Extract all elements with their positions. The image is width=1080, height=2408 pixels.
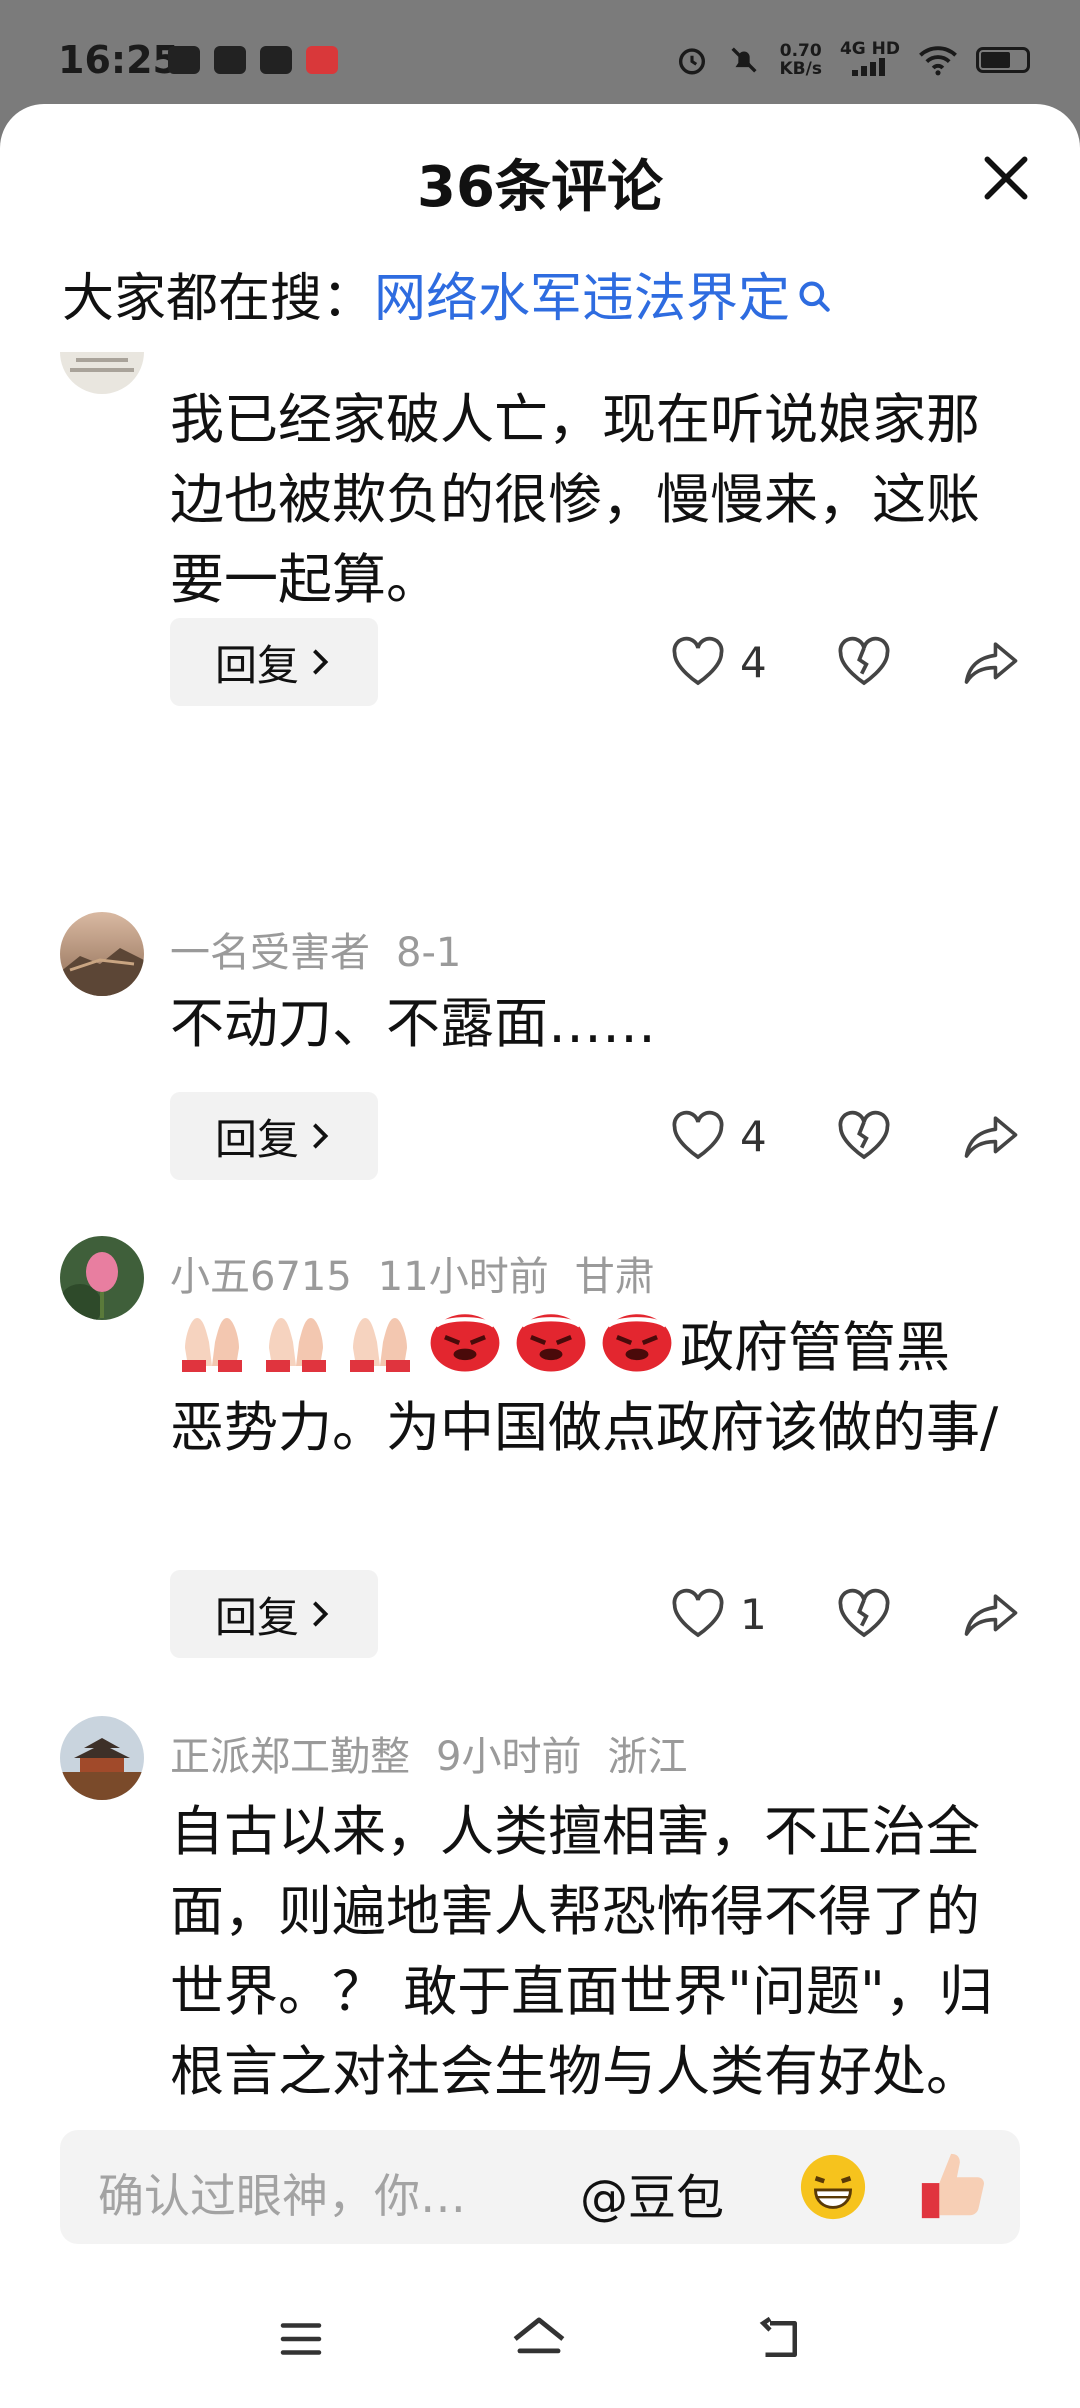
status-right: 0.70 KB/s 4G HD [675,40,1030,80]
heart-icon [672,636,724,686]
share-button[interactable] [962,637,1020,687]
comment-body: 政府管管黑恶势力。为中国做点政府该做的事/ [170,1308,1000,1468]
chevron-right-icon [313,1601,329,1627]
share-icon [964,1594,1018,1636]
status-bar: 16:25 0.70 KB/s 4G HD [0,0,1080,110]
vivo-icon [214,46,246,74]
dislike-button[interactable] [836,1110,892,1162]
share-button[interactable] [962,1111,1020,1161]
avatar[interactable] [60,1236,144,1320]
avatar[interactable] [60,1716,144,1800]
alarm-icon [679,48,706,75]
heart-icon [672,1110,724,1160]
angry-face-emoji [516,1314,586,1372]
comment-body: 不动刀、不露面…… [170,992,656,1055]
comment-actions: 4 [670,1092,1020,1180]
comment-input-bar: 确认过眼神，你… @豆包 [60,2130,1020,2244]
like-count: 4 [740,1111,767,1161]
praying-hands-emoji [350,1318,410,1372]
chevron-right-icon [313,1123,329,1149]
comment-location: 浙江 [607,1734,688,1780]
comment-input[interactable]: 确认过眼神，你… [98,2160,466,2226]
comment-user[interactable]: 正派郑工勤整 [170,1734,410,1780]
trending-search[interactable]: 大家都在搜： 网络水军违法界定 [62,256,834,331]
dislike-button[interactable] [836,1588,892,1640]
net-speed: 0.70 KB/s [779,41,822,79]
reply-button[interactable]: 回复 [170,1570,378,1658]
comment-actions: 1 [670,1570,1020,1658]
toutiao-icon [306,46,338,74]
menu-icon[interactable] [274,2312,328,2366]
comment-meta: 一名受害者 8-1 [170,920,487,978]
like-button[interactable]: 1 [670,1588,780,1640]
chevron-right-icon [313,649,329,675]
message-icon [168,46,200,74]
status-time: 16:25 [58,38,179,82]
close-button[interactable] [970,142,1042,214]
battery-icon [976,47,1030,73]
comment-meta: 正派郑工勤整 9小时前 浙江 [170,1724,713,1782]
comment-body: 自古以来，人类擅相害，不正治全面，则遍地害人帮恐怖得不得了的世界。？ 敢于直面世… [170,1800,993,2103]
angry-face-emoji [430,1314,500,1372]
comment-user[interactable]: 一名受害者 [170,930,370,976]
share-button[interactable] [962,1589,1020,1639]
reply-button[interactable]: 回复 [170,1092,378,1180]
praying-hands-emoji [182,1318,242,1372]
camera-icon [260,46,292,74]
broken-heart-icon [838,1588,890,1638]
close-icon [984,156,1028,200]
comment-meta [170,352,196,354]
mute-icon [731,47,758,73]
like-button[interactable]: 4 [670,1110,780,1162]
share-icon [964,642,1018,684]
like-count: 4 [740,637,767,687]
avatar[interactable] [60,912,144,996]
comment-time: 11小时前 [377,1254,549,1300]
comment-actions: 4 [670,618,1020,706]
angry-face-emoji [602,1314,672,1372]
broken-heart-icon [838,636,890,686]
system-nav-bar [0,2290,1080,2408]
comment-body: 我已经家破人亡，现在听说娘家那边也被欺负的很惨，慢慢来，这账要一起算。 [170,388,980,611]
comment-list[interactable]: 我已经家破人亡，现在听说娘家那边也被欺负的很惨，慢慢来，这账要一起算。 回复 4 [0,352,1080,2132]
comment-user[interactable]: 小五6715 [170,1254,352,1300]
comment-meta: 小五6715 11小时前 甘肃 [170,1244,681,1302]
comment-time: 9小时前 [436,1734,582,1780]
dislike-button[interactable] [836,636,892,688]
wifi-icon [919,46,957,76]
comment-time: 8-1 [396,930,462,976]
thumbs-up-emoji-icon[interactable] [918,2148,990,2224]
back-icon[interactable] [752,2312,806,2366]
mention-doubao-button[interactable]: @豆包 [580,2158,724,2228]
like-count: 1 [740,1589,767,1639]
grin-emoji-icon[interactable] [798,2152,868,2222]
home-icon[interactable] [508,2312,570,2366]
trending-search-prefix: 大家都在搜： [62,269,375,329]
search-icon [799,281,830,312]
like-button[interactable]: 4 [670,636,780,688]
share-icon [964,1116,1018,1158]
praying-hands-emoji [266,1318,326,1372]
sheet-title: 36条评论 [417,155,663,220]
comments-sheet: 36条评论 大家都在搜： 网络水军违法界定 我已经家破人亡，现在听说娘家那边也被… [0,104,1080,2408]
avatar[interactable] [60,352,144,394]
notification-icons [168,46,338,74]
trending-search-term[interactable]: 网络水军违法界定 [374,256,790,331]
broken-heart-icon [838,1110,890,1160]
reply-button[interactable]: 回复 [170,618,378,706]
signal-icon: 4G HD [840,40,900,80]
comment-location: 甘肃 [574,1254,655,1300]
heart-icon [672,1588,724,1638]
